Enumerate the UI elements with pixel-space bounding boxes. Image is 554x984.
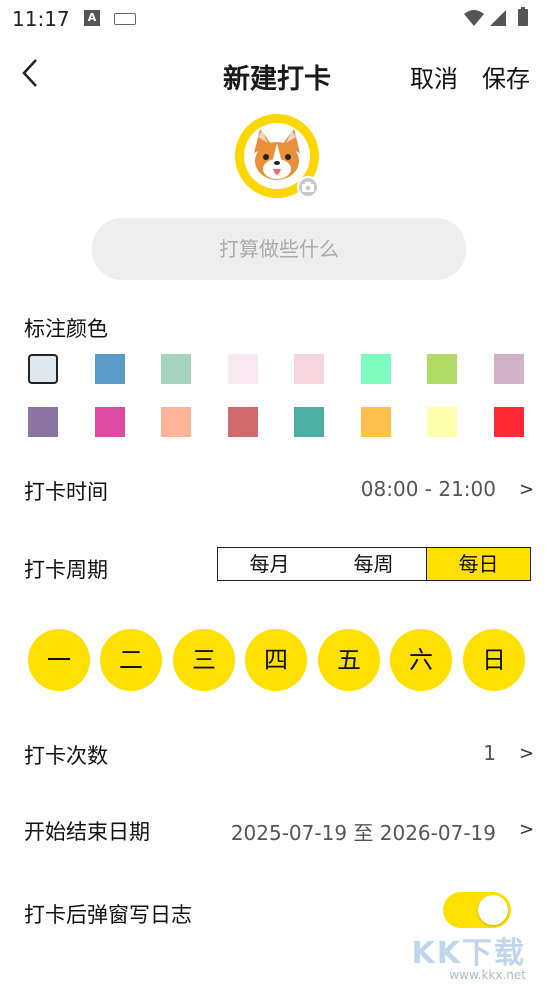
color-swatch[interactable]: [228, 407, 258, 437]
wifi-icon: [464, 10, 484, 26]
cancel-button[interactable]: 取消: [410, 59, 458, 94]
time-row-value[interactable]: 08:00 - 21:00: [361, 477, 496, 501]
color-swatch[interactable]: [161, 407, 191, 437]
color-swatch[interactable]: [427, 354, 457, 384]
weekday-sun[interactable]: 日: [463, 629, 525, 691]
status-icons: [462, 6, 542, 34]
ime-icon: A: [84, 10, 100, 26]
journal-toggle[interactable]: [443, 892, 511, 928]
color-swatch[interactable]: [361, 354, 391, 384]
weekday-wed[interactable]: 三: [173, 629, 235, 691]
weekday-mon[interactable]: 一: [28, 629, 90, 691]
color-swatch[interactable]: [228, 354, 258, 384]
status-time: 11:17: [12, 7, 70, 31]
cycle-option-daily[interactable]: 每日: [426, 547, 531, 581]
weekday-tue[interactable]: 二: [100, 629, 162, 691]
weekday-sat[interactable]: 六: [390, 629, 452, 691]
count-row-label: 打卡次数: [24, 744, 108, 768]
color-swatch[interactable]: [361, 407, 391, 437]
plan-input[interactable]: [92, 218, 466, 280]
color-swatch[interactable]: [427, 407, 457, 437]
chevron-right-icon[interactable]: >: [519, 819, 534, 840]
toggle-knob: [478, 895, 508, 925]
date-row-label: 开始结束日期: [24, 820, 150, 844]
color-swatch[interactable]: [294, 354, 324, 384]
watermark-logo: KK下载: [411, 936, 526, 971]
battery-icon: [518, 7, 528, 26]
chevron-right-icon[interactable]: >: [519, 743, 534, 764]
cycle-option-weekly[interactable]: 每周: [321, 547, 427, 581]
color-swatch[interactable]: [28, 407, 58, 437]
color-swatch[interactable]: [494, 354, 524, 384]
color-swatch[interactable]: [95, 354, 125, 384]
color-swatch[interactable]: [494, 407, 524, 437]
color-swatch[interactable]: [28, 354, 58, 384]
weekday-thu[interactable]: 四: [245, 629, 307, 691]
cycle-option-monthly[interactable]: 每月: [217, 547, 322, 581]
cycle-row-label: 打卡周期: [24, 558, 108, 582]
page-title: 新建打卡: [223, 64, 331, 95]
color-swatch[interactable]: [294, 407, 324, 437]
chevron-right-icon[interactable]: >: [519, 479, 534, 500]
watermark-url: www.kkx.net: [449, 968, 526, 982]
color-swatch[interactable]: [95, 407, 125, 437]
color-section-label: 标注颜色: [24, 317, 108, 341]
weekday-fri[interactable]: 五: [318, 629, 380, 691]
date-row-value[interactable]: 2025-07-19 至 2026-07-19: [231, 817, 496, 846]
keyboard-icon: [114, 13, 136, 25]
color-swatch[interactable]: [161, 354, 191, 384]
time-row-label: 打卡时间: [24, 480, 108, 504]
count-row-value[interactable]: 1: [483, 741, 496, 765]
camera-icon[interactable]: [297, 176, 319, 198]
save-button[interactable]: 保存: [482, 59, 530, 94]
signal-icon: [490, 10, 506, 26]
journal-row-label: 打卡后弹窗写日志: [24, 903, 192, 927]
